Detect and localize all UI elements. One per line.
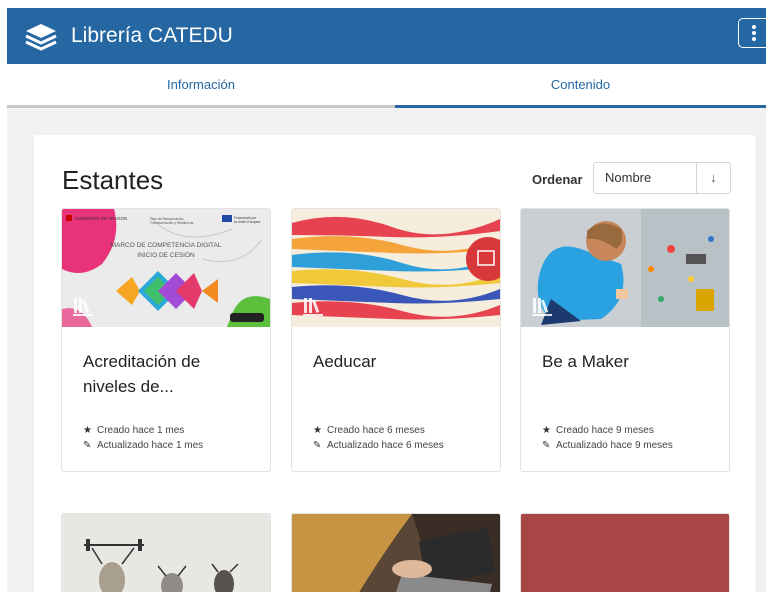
shelf-cover-image [521,209,729,327]
shelf-meta: ★ Creado hace 1 mes ✎ Actualizado hace 1 m… [83,423,203,453]
star-icon: ★ [313,425,322,436]
shelf-books-icon [303,298,323,316]
updated-text: Actualizado hace 9 meses [556,440,673,451]
shelf-cover-image [62,514,270,592]
pencil-icon: ✎ [83,440,92,451]
shelf-card[interactable] [520,513,730,592]
tab-informacion[interactable]: Información [7,64,395,108]
cover-text-line1: MARCO DE COMPETENCIA DIGITAL [111,242,222,249]
shelf-card[interactable] [61,513,271,592]
sort-label: Ordenar [532,172,583,187]
shelf-title[interactable]: Acreditación de niveles de... [83,349,253,399]
updated-text: Actualizado hace 6 meses [327,440,444,451]
star-icon: ★ [542,425,551,436]
updated-text: Actualizado hace 1 mes [97,440,204,451]
shelf-meta: ★ Creado hace 9 meses ✎ Actualizado hace 9… [542,423,673,453]
shelf-card[interactable]: GOBIERNO DE ARAGON Plan de Recuperación,… [61,208,271,472]
shelf-cover-image [521,514,729,592]
app-title[interactable]: Librería CATEDU [71,24,233,48]
created-text: Creado hace 6 meses [327,425,425,436]
shelf-cover-image [292,209,500,327]
sort-select[interactable]: Nombre [593,162,696,194]
cover-logo-plan-line2: Transformación y Resiliencia [150,221,194,225]
tab-bar: Información Contenido [7,64,766,108]
created-text: Creado hace 1 mes [97,425,185,436]
kebab-menu-icon[interactable] [738,18,766,48]
book-stack-icon[interactable] [23,22,59,52]
shelf-meta: ★ Creado hace 6 meses ✎ Actualizado hace 6… [313,423,444,453]
cover-text-line2: INICIO DE CESIÓN [137,250,195,259]
tab-contenido[interactable]: Contenido [395,64,766,108]
created-text: Creado hace 9 meses [556,425,654,436]
app-header: Librería CATEDU [7,8,766,64]
shelf-title[interactable]: Be a Maker [542,349,712,374]
cover-logo-aragon: GOBIERNO DE ARAGON [75,216,127,221]
shelf-books-icon [73,298,93,316]
pencil-icon: ✎ [542,440,551,451]
pencil-icon: ✎ [313,440,322,451]
shelf-cover-image [292,514,500,592]
shelf-card[interactable] [291,513,501,592]
shelves-panel: Estantes Ordenar Nombre ↓ GOBIERNO DE AR… [34,135,756,592]
shelf-card[interactable]: Aeducar ★ Creado hace 6 meses ✎ Actualizad… [291,208,501,472]
section-title: Estantes [62,165,164,195]
shelf-cover-image: GOBIERNO DE ARAGON Plan de Recuperación,… [62,209,270,327]
shelf-card[interactable]: Be a Maker ★ Creado hace 9 meses ✎ Actuali… [520,208,730,472]
cover-logo-eu-line2: la Unión Europea [234,220,260,224]
star-icon: ★ [83,425,92,436]
app-frame: Librería CATEDU Información Contenido Es… [7,8,766,592]
sort-direction-button[interactable]: ↓ [696,162,731,194]
shelf-books-icon [532,298,552,316]
shelf-title[interactable]: Aeducar [313,349,483,374]
